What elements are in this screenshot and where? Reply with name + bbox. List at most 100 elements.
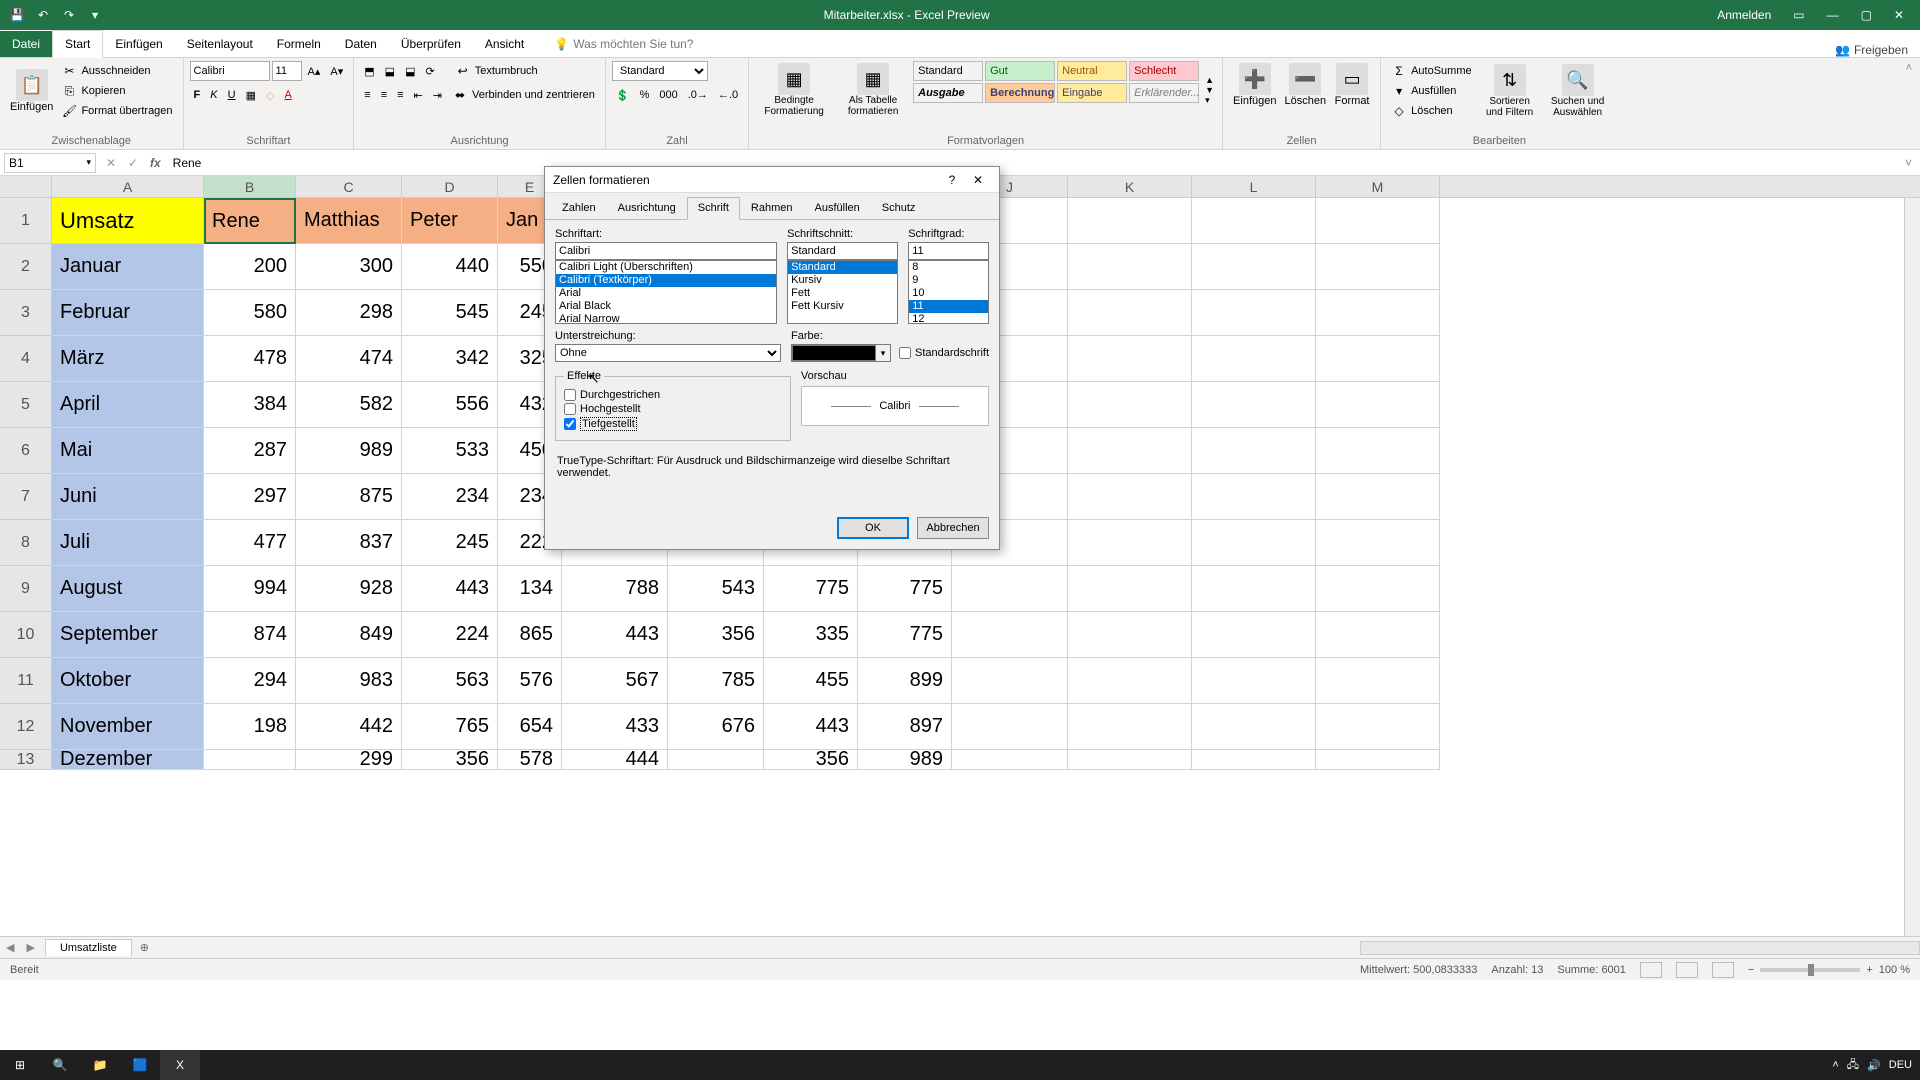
cell[interactable] xyxy=(952,566,1068,612)
cell[interactable]: 556 xyxy=(402,382,498,428)
cell[interactable]: 300 xyxy=(296,244,402,290)
cancel-button[interactable]: Abbrechen xyxy=(917,517,989,539)
cell[interactable] xyxy=(1068,428,1192,474)
style-gut[interactable]: Gut xyxy=(985,61,1055,81)
cell[interactable]: 576 xyxy=(498,658,562,704)
decrease-font-icon[interactable]: A▾ xyxy=(326,61,347,81)
column-header[interactable]: D xyxy=(402,176,498,197)
fx-button[interactable]: fx xyxy=(144,156,167,170)
confirm-formula-icon[interactable]: ✓ xyxy=(122,156,144,170)
cell[interactable] xyxy=(1192,750,1316,770)
row-header[interactable]: 6 xyxy=(0,428,52,474)
cell[interactable]: 478 xyxy=(204,336,296,382)
cell[interactable]: April xyxy=(52,382,204,428)
column-header[interactable]: B xyxy=(204,176,296,197)
column-header[interactable]: L xyxy=(1192,176,1316,197)
tab-start[interactable]: Start xyxy=(52,30,103,58)
row-header[interactable]: 4 xyxy=(0,336,52,382)
align-bottom-icon[interactable]: ⬓ xyxy=(401,61,419,81)
style-listbox[interactable]: StandardKursivFettFett Kursiv xyxy=(787,260,898,324)
cell[interactable]: Juni xyxy=(52,474,204,520)
percent-icon[interactable]: % xyxy=(636,85,654,105)
style-eingabe[interactable]: Eingabe xyxy=(1057,83,1127,103)
cell[interactable]: 440 xyxy=(402,244,498,290)
column-header[interactable]: M xyxy=(1316,176,1440,197)
cell[interactable]: 442 xyxy=(296,704,402,750)
cell[interactable]: Matthias xyxy=(296,198,402,244)
style-gallery-down-icon[interactable]: ▼ xyxy=(1205,85,1214,95)
view-normal-icon[interactable] xyxy=(1640,962,1662,978)
tray-lang-icon[interactable]: DEU xyxy=(1889,1059,1912,1071)
cell[interactable]: 335 xyxy=(764,612,858,658)
cell[interactable]: 299 xyxy=(296,750,402,770)
cell[interactable]: 474 xyxy=(296,336,402,382)
list-item[interactable]: Fett xyxy=(788,287,897,300)
increase-decimal-icon[interactable]: .0→ xyxy=(684,85,712,105)
format-cells-button[interactable]: ▭Format xyxy=(1330,61,1374,109)
cell[interactable] xyxy=(1068,566,1192,612)
cell[interactable]: 444 xyxy=(562,750,668,770)
cell[interactable] xyxy=(952,750,1068,770)
cell[interactable] xyxy=(1068,704,1192,750)
list-item[interactable]: Standard xyxy=(788,261,897,274)
list-item[interactable]: Calibri (Textkörper) xyxy=(556,274,776,287)
taskbar-excel-icon[interactable]: X xyxy=(160,1050,200,1080)
cell[interactable] xyxy=(1068,198,1192,244)
cell[interactable]: 989 xyxy=(858,750,952,770)
share-button[interactable]: 👥Freigeben xyxy=(1835,43,1908,57)
increase-font-icon[interactable]: A▴ xyxy=(304,61,325,81)
cell[interactable]: Dezember xyxy=(52,750,204,770)
cell[interactable]: 543 xyxy=(668,566,764,612)
close-icon[interactable]: ✕ xyxy=(1884,4,1914,26)
subscript-checkbox[interactable]: Tiefgestellt xyxy=(564,416,782,432)
tab-view[interactable]: Ansicht xyxy=(473,31,536,57)
cell[interactable] xyxy=(1192,658,1316,704)
cell[interactable]: 298 xyxy=(296,290,402,336)
currency-icon[interactable]: 💲 xyxy=(612,85,634,105)
cell[interactable] xyxy=(1316,520,1440,566)
list-item[interactable]: 9 xyxy=(909,274,988,287)
zoom-control[interactable]: − + 100 % xyxy=(1748,964,1910,976)
cell[interactable] xyxy=(1068,750,1192,770)
cell[interactable] xyxy=(1068,290,1192,336)
zoom-out-icon[interactable]: − xyxy=(1748,964,1754,976)
view-layout-icon[interactable] xyxy=(1676,962,1698,978)
taskbar-explorer-icon[interactable]: 📁 xyxy=(80,1050,120,1080)
ribbon-options-icon[interactable]: ▭ xyxy=(1783,4,1814,26)
list-item[interactable]: 10 xyxy=(909,287,988,300)
cell[interactable]: 567 xyxy=(562,658,668,704)
cell[interactable]: 874 xyxy=(204,612,296,658)
font-name-field[interactable] xyxy=(555,242,777,260)
font-listbox[interactable]: Calibri Light (Überschriften)Calibri (Te… xyxy=(555,260,777,324)
taskbar-search-icon[interactable]: 🔍 xyxy=(40,1050,80,1080)
underline-select[interactable]: Ohne xyxy=(555,344,781,362)
select-all-corner[interactable] xyxy=(0,176,52,197)
maximize-icon[interactable]: ▢ xyxy=(1851,4,1882,26)
row-header[interactable]: 12 xyxy=(0,704,52,750)
font-style-field[interactable] xyxy=(787,242,898,260)
fill-button[interactable]: ▾Ausfüllen xyxy=(1387,81,1476,101)
tab-data[interactable]: Daten xyxy=(333,31,389,57)
cell[interactable]: 533 xyxy=(402,428,498,474)
cell[interactable]: 654 xyxy=(498,704,562,750)
zoom-in-icon[interactable]: + xyxy=(1866,964,1872,976)
cell[interactable]: 983 xyxy=(296,658,402,704)
align-right-icon[interactable]: ≡ xyxy=(393,85,407,105)
list-item[interactable]: Fett Kursiv xyxy=(788,300,897,313)
dialog-titlebar[interactable]: Zellen formatieren ? ✕ xyxy=(545,167,999,193)
dialog-tab-schrift[interactable]: Schrift xyxy=(687,197,740,220)
dialog-tab-zahlen[interactable]: Zahlen xyxy=(551,197,607,219)
tab-review[interactable]: Überprüfen xyxy=(389,31,473,57)
paste-button[interactable]: 📋 Einfügen xyxy=(6,61,57,121)
orientation-icon[interactable]: ⟳ xyxy=(421,61,438,81)
cell[interactable]: 580 xyxy=(204,290,296,336)
tab-formulas[interactable]: Formeln xyxy=(265,31,333,57)
collapse-ribbon-icon[interactable]: ˄ xyxy=(1898,58,1920,149)
cell[interactable] xyxy=(1316,336,1440,382)
row-header[interactable]: 1 xyxy=(0,198,52,244)
wrap-text-button[interactable]: ↩Textumbruch xyxy=(451,61,542,81)
cell[interactable]: 384 xyxy=(204,382,296,428)
add-sheet-icon[interactable]: ⊕ xyxy=(132,941,157,954)
cell[interactable] xyxy=(1192,474,1316,520)
cell[interactable]: 775 xyxy=(858,566,952,612)
